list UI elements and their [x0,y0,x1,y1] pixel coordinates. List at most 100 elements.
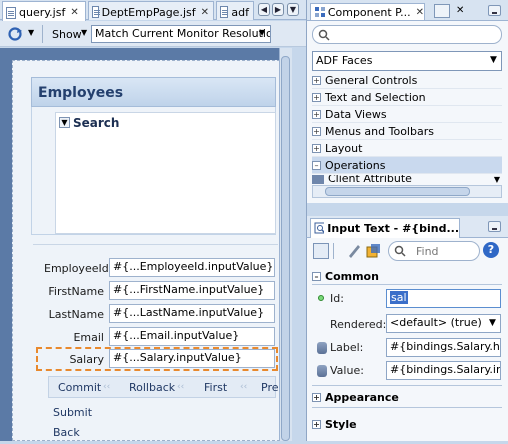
category-label: Text and Selection [325,90,426,104]
scroll-down-icon[interactable]: ▼ [492,175,502,185]
section-appearance[interactable]: + Appearance [312,389,502,405]
item-label: Client Attribute [328,175,412,185]
chevron-down-icon[interactable]: ▼ [28,28,34,37]
palette-category-text-and-selection[interactable]: + Text and Selection [312,89,502,106]
palette-category-data-views[interactable]: + Data Views [312,106,502,123]
minimize-icon[interactable] [488,221,501,232]
resolution-select[interactable]: Match Current Monitor Resolution [91,25,271,43]
expand-icon: + [312,92,321,102]
tab-adf[interactable]: adf [216,1,254,20]
prev-button[interactable]: Pre [261,381,279,399]
field-label-firstname: FirstName [48,285,104,298]
tab-property-inspector[interactable]: Input Text - #{bind... [310,218,460,238]
collapse-icon[interactable]: ▼ [59,117,70,128]
select-component-icon[interactable] [313,243,329,259]
separator [333,243,334,259]
expand-icon: + [312,392,321,402]
employeeid-field[interactable]: #{...EmployeeId.inputValue} [109,258,275,277]
tab-list-icon[interactable]: ▼ [287,3,299,16]
splitter[interactable] [306,203,508,216]
lastname-field[interactable]: #{...LastName.inputValue} [109,304,275,323]
back-button[interactable]: Back [53,426,80,444]
library-select[interactable]: ADF Faces [312,51,502,71]
field-label-email: Email [73,331,104,344]
firstname-field[interactable]: #{...FirstName.inputValue} [109,281,275,300]
edit-pencil-icon[interactable] [346,243,362,259]
salary-field[interactable]: #{...Salary.inputValue} [109,349,275,368]
component-icon [312,175,324,184]
tab-deptemppage-jsf[interactable]: DeptEmpPage.jsf ✕ [88,1,214,20]
file-icon [220,6,229,18]
tab-component-palette[interactable]: Component P... ✕ [310,3,425,20]
collapse-icon: – [312,271,321,281]
category-label: Layout [325,141,363,155]
value-field[interactable]: #{bindings.Salary.in... [386,361,501,380]
collapse-icon: – [312,160,321,170]
first-button[interactable]: First [204,381,227,399]
minimize-icon[interactable] [488,5,501,16]
expand-icon: + [312,419,321,429]
field-label-salary: Salary [69,353,104,366]
divider [312,385,502,386]
button-separator: ‹‹ [240,382,248,392]
id-value: sal [390,291,408,304]
category-label: General Controls [325,73,418,87]
palette-search-input[interactable] [312,25,502,44]
jsf-file-icon [92,6,100,18]
field-label-lastname: LastName [48,308,104,321]
close-icon[interactable]: ✕ [456,5,464,16]
category-label: Menus and Toolbars [325,124,434,138]
divider [312,407,502,408]
divider [312,284,502,285]
library-value: ADF Faces [316,54,373,67]
section-style[interactable]: + Style [312,416,502,432]
expand-icon: + [312,109,321,119]
inspector-icon [314,222,325,233]
jsf-file-icon [6,6,16,19]
help-icon[interactable]: ? [483,242,499,258]
close-icon[interactable]: ✕ [70,7,78,18]
rendered-select[interactable]: <default> (true) [386,314,501,333]
section-label: Style [325,417,357,431]
palette-icon [315,7,325,17]
section-common[interactable]: – Common [312,268,502,284]
divider [33,244,278,245]
expand-icon: + [312,126,321,136]
refresh-icon[interactable] [7,26,23,42]
tab-query-jsf[interactable]: query.jsf ✕ [2,1,86,21]
scroll-left-icon[interactable]: ◀ [258,3,270,16]
category-label: Data Views [325,107,387,121]
expand-icon: + [312,75,321,85]
palette-item-client-attribute[interactable]: Client Attribute [312,175,502,185]
resource-palette-icon[interactable] [434,4,450,18]
commit-button[interactable]: Commit [58,381,101,399]
scrollbar-thumb[interactable] [281,56,290,441]
find-input[interactable]: Find [388,241,480,261]
rollback-button[interactable]: Rollback [129,381,175,399]
prop-label-value: Value: [330,364,364,377]
submit-button[interactable]: Submit [53,406,92,424]
bind-icon[interactable] [366,243,382,259]
label-field[interactable]: #{bindings.Salary.hi... [386,338,501,357]
search-icon [318,29,330,41]
scrollbar-thumb[interactable] [325,187,470,196]
palette-category-layout[interactable]: + Layout [312,140,502,157]
palette-category-menus-and-toolbars[interactable]: + Menus and Toolbars [312,123,502,140]
chevron-down-icon: ▼ [259,28,266,37]
close-icon[interactable]: ✕ [416,7,424,18]
email-field[interactable]: #{...Email.inputValue} [109,327,275,346]
palette-horizontal-scrollbar[interactable] [312,185,502,198]
palette-category-general-controls[interactable]: + General Controls [312,72,502,89]
scroll-right-icon[interactable]: ▶ [272,3,284,16]
prop-label-rendered: Rendered: [330,318,387,331]
chevron-down-icon: ▼ [490,55,497,65]
separator [42,25,43,43]
resolution-value: Match Current Monitor Resolution [95,27,271,40]
chevron-down-icon[interactable]: ▼ [81,28,87,37]
inspector-title: Input Text - #{bind... [327,222,459,235]
id-field[interactable]: sal [386,289,501,308]
close-icon[interactable]: ✕ [201,7,209,18]
palette-category-operations[interactable]: – Operations [312,157,502,174]
page-title: Employees [38,85,124,101]
expression-icon [317,342,327,354]
